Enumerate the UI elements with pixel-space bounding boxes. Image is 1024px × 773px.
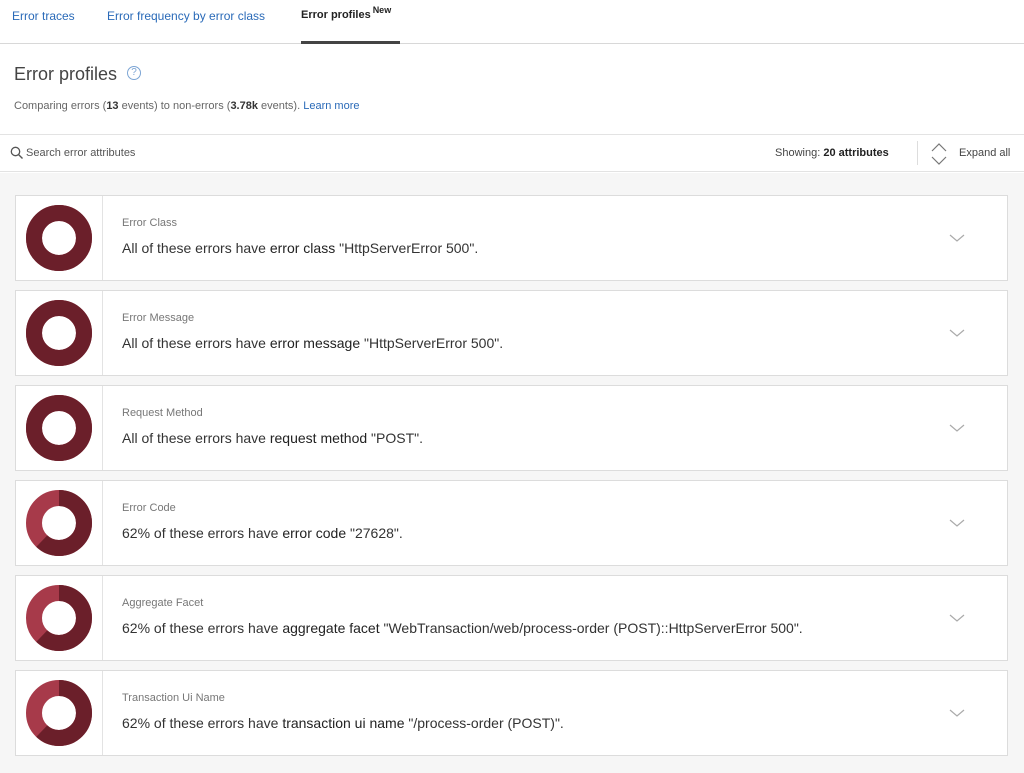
chevron-down-icon[interactable] xyxy=(948,707,966,719)
attributes-count: 20 attributes xyxy=(823,147,889,159)
donut-chart-cell xyxy=(16,671,103,755)
search-attributes-input[interactable] xyxy=(26,144,156,162)
page-subtitle: Comparing errors (13 events) to non-erro… xyxy=(14,100,360,112)
tab-label: Error frequency by error class xyxy=(107,9,266,23)
donut-chart-cell xyxy=(16,576,103,660)
attribute-card-transaction-ui-name[interactable]: Transaction Ui Name 62% of these errors … xyxy=(15,670,1008,756)
chevron-down-icon[interactable] xyxy=(948,612,966,624)
share-donut-chart xyxy=(26,680,92,746)
attribute-label: Error Message xyxy=(122,312,195,324)
attribute-description: 62% of these errors have aggregate facet… xyxy=(122,620,803,636)
learn-more-link[interactable]: Learn more xyxy=(303,100,359,112)
donut-chart-cell xyxy=(16,481,103,565)
tab-error-profiles[interactable]: Error profiles New xyxy=(301,0,400,44)
errors-count: 13 xyxy=(106,100,119,112)
chevron-down-icon[interactable] xyxy=(948,327,966,339)
share-donut-chart xyxy=(26,585,92,651)
attribute-label: Aggregate Facet xyxy=(122,597,204,609)
tab-error-frequency[interactable]: Error frequency by error class xyxy=(107,0,265,44)
page-title: Error profiles xyxy=(14,64,118,84)
attribute-description: All of these errors have error message "… xyxy=(122,335,504,351)
attribute-list: Error Class All of these errors have err… xyxy=(0,173,1024,773)
attribute-label: Request Method xyxy=(122,407,203,419)
attribute-description: 62% of these errors have transaction ui … xyxy=(122,715,564,731)
chevron-down-icon[interactable] xyxy=(948,517,966,529)
donut-chart-cell xyxy=(16,386,103,470)
toolbar-divider xyxy=(917,141,918,165)
question-circle-icon[interactable]: ? xyxy=(127,66,141,80)
search-icon xyxy=(10,146,23,159)
attribute-card-error-code[interactable]: Error Code 62% of these errors have erro… xyxy=(15,480,1008,566)
attribute-card-error-class[interactable]: Error Class All of these errors have err… xyxy=(15,195,1008,281)
attribute-label: Transaction Ui Name xyxy=(122,692,225,704)
attribute-card-aggregate-facet[interactable]: Aggregate Facet 62% of these errors have… xyxy=(15,575,1008,661)
expand-all-icon[interactable] xyxy=(930,140,948,168)
tab-error-traces[interactable]: Error traces xyxy=(12,0,75,44)
showing-count: Showing: 20 attributes xyxy=(775,147,889,159)
expand-all-button[interactable]: Expand all xyxy=(959,147,1010,159)
new-badge: New xyxy=(372,5,392,15)
donut-share-slice xyxy=(26,300,92,366)
share-donut-chart xyxy=(26,205,92,271)
attribute-description: All of these errors have error class "Ht… xyxy=(122,240,479,256)
attribute-card-request-method[interactable]: Request Method All of these errors have … xyxy=(15,385,1008,471)
tab-label: Error profiles xyxy=(301,9,371,21)
non-errors-count: 3.78k xyxy=(230,100,258,112)
attribute-description: 62% of these errors have error code "276… xyxy=(122,525,403,541)
tab-bar: Error traces Error frequency by error cl… xyxy=(0,0,1024,44)
attributes-toolbar: Showing: 20 attributes Expand all xyxy=(0,134,1024,172)
share-donut-chart xyxy=(26,490,92,556)
attribute-card-error-message[interactable]: Error Message All of these errors have e… xyxy=(15,290,1008,376)
donut-share-slice xyxy=(26,395,92,461)
chevron-down-icon[interactable] xyxy=(948,422,966,434)
attribute-label: Error Code xyxy=(122,502,176,514)
donut-share-slice xyxy=(26,205,92,271)
chevron-down-icon[interactable] xyxy=(948,232,966,244)
donut-chart-cell xyxy=(16,196,103,280)
attribute-label: Error Class xyxy=(122,217,178,229)
share-donut-chart xyxy=(26,395,92,461)
tab-label: Error traces xyxy=(12,9,75,23)
donut-chart-cell xyxy=(16,291,103,375)
share-donut-chart xyxy=(26,300,92,366)
attribute-description: All of these errors have request method … xyxy=(122,430,423,446)
